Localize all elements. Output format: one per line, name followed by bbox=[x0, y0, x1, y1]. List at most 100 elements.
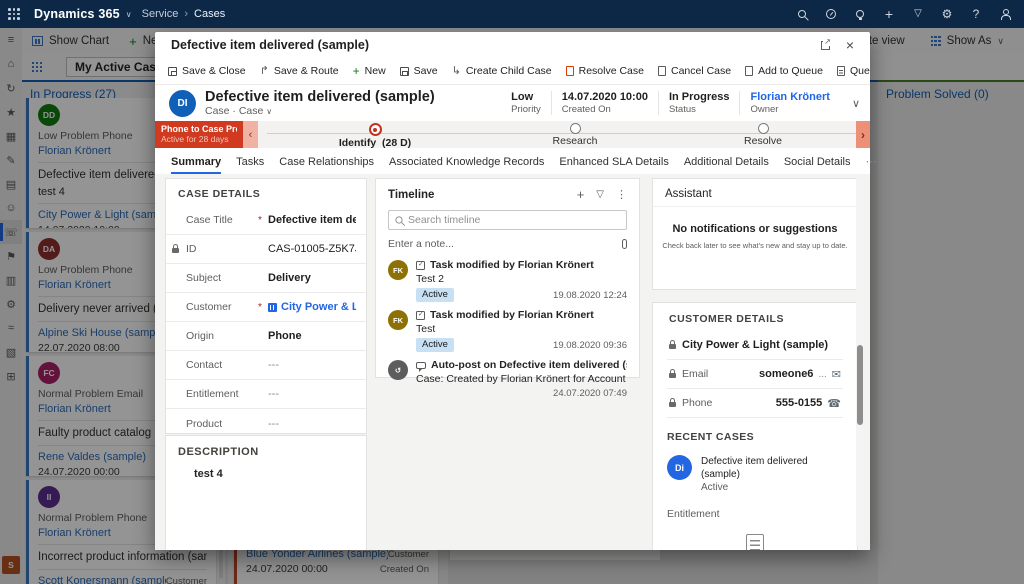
chevron-right-icon: › bbox=[184, 8, 188, 20]
tab-social-details[interactable]: Social Details bbox=[784, 156, 851, 174]
save-button[interactable]: Save bbox=[393, 58, 445, 84]
queue-item-details-button[interactable]: Queue Item Details bbox=[830, 58, 870, 84]
process-name-block[interactable]: Phone to Case Process Active for 28 days bbox=[155, 121, 243, 148]
resolve-case-icon bbox=[566, 66, 574, 76]
lock-icon bbox=[172, 248, 179, 253]
case-dialog: Defective item delivered (sample) × Save… bbox=[155, 32, 870, 550]
assistant-empty-subtitle: Check back later to see what's new and s… bbox=[653, 241, 857, 250]
tab-summary[interactable]: Summary bbox=[171, 156, 221, 174]
filter-icon[interactable]: ▽ bbox=[911, 7, 925, 21]
customer-account-row[interactable]: City Power & Light (sample) bbox=[667, 331, 843, 360]
header-expand-icon[interactable]: ∨ bbox=[848, 97, 870, 110]
chevron-down-icon: ∨ bbox=[266, 107, 272, 116]
header-field-created-on: 14.07.2020 10:00 Created On bbox=[551, 91, 658, 115]
attachment-icon[interactable] bbox=[622, 239, 627, 249]
close-icon[interactable]: × bbox=[846, 38, 854, 52]
quick-actions-icon[interactable] bbox=[824, 7, 838, 21]
add-to-queue-button[interactable]: Add to Queue bbox=[738, 58, 830, 84]
form-body: CASE DETAILS Case Title * Defective item… bbox=[155, 174, 870, 550]
tab-tasks[interactable]: Tasks bbox=[236, 156, 264, 174]
stage-marker[interactable] bbox=[758, 123, 769, 134]
tabs-overflow-icon[interactable]: ⋯ bbox=[865, 155, 876, 174]
cancel-case-button[interactable]: Cancel Case bbox=[651, 58, 738, 84]
insights-icon[interactable] bbox=[853, 7, 867, 21]
process-prev-icon[interactable]: ‹ bbox=[243, 121, 258, 148]
search-icon[interactable] bbox=[795, 7, 809, 21]
dialog-title: Defective item delivered (sample) bbox=[155, 38, 369, 52]
dialog-scrollbar[interactable] bbox=[856, 178, 864, 546]
avatar: ↺ bbox=[388, 360, 408, 380]
breadcrumb-area[interactable]: Service bbox=[142, 8, 179, 20]
popout-icon[interactable] bbox=[821, 41, 830, 50]
field-contact[interactable]: Contact --- bbox=[166, 351, 366, 380]
record-subtitle[interactable]: Case · Case ∨ bbox=[205, 105, 435, 117]
field-case-title[interactable]: Case Title * Defective item delive ... bbox=[166, 206, 366, 235]
more-commands-icon[interactable]: ⋮ bbox=[616, 188, 627, 201]
tab-additional-details[interactable]: Additional Details bbox=[684, 156, 769, 174]
avatar: FK bbox=[388, 310, 408, 330]
new-button[interactable]: +New bbox=[346, 58, 393, 84]
description-text[interactable]: test 4 bbox=[166, 458, 366, 480]
save-close-icon bbox=[168, 67, 177, 76]
email-icon[interactable]: ✉ bbox=[832, 368, 841, 381]
breadcrumb-page[interactable]: Cases bbox=[194, 8, 225, 20]
recent-case-item[interactable]: Di Defective item delivered (sample) Act… bbox=[667, 455, 843, 493]
route-icon: ↱ bbox=[260, 66, 269, 77]
timeline-entry[interactable]: FK Task modified by Florian Krönert Test… bbox=[388, 259, 627, 302]
lock-icon bbox=[669, 373, 676, 378]
cancel-case-icon bbox=[658, 66, 666, 76]
record-avatar: DI bbox=[169, 90, 196, 117]
field-customer[interactable]: Customer * City Power & Ligh... bbox=[166, 293, 366, 322]
timeline-entry[interactable]: FK Task modified by Florian Krönert Test… bbox=[388, 309, 627, 352]
stage-identify[interactable]: Identify (28 D) bbox=[305, 123, 445, 148]
task-icon bbox=[416, 261, 425, 270]
filter-icon[interactable]: ▽ bbox=[596, 189, 604, 200]
section-title: CASE DETAILS bbox=[166, 179, 366, 206]
stage-research[interactable]: Research bbox=[505, 123, 645, 147]
task-icon bbox=[416, 311, 425, 320]
create-child-case-button[interactable]: ↳Create Child Case bbox=[445, 58, 559, 84]
chevron-down-icon[interactable]: ∨ bbox=[126, 10, 132, 19]
note-composer[interactable]: Enter a note... bbox=[388, 238, 627, 250]
timeline-panel: Timeline + ▽ ⋮ Enter a note... FK bbox=[375, 178, 640, 378]
avatar: FK bbox=[388, 260, 408, 280]
quick-create-icon[interactable]: + bbox=[882, 7, 896, 21]
timeline-search[interactable] bbox=[388, 210, 627, 230]
save-and-close-button[interactable]: Save & Close bbox=[161, 58, 253, 84]
account-icon bbox=[268, 303, 277, 312]
recent-cases-title: RECENT CASES bbox=[667, 431, 843, 443]
tab-case-relationships[interactable]: Case Relationships bbox=[279, 156, 374, 174]
timeline-search-input[interactable] bbox=[408, 214, 620, 226]
field-product[interactable]: Product --- bbox=[166, 409, 366, 438]
customer-email-row[interactable]: Email someone6 ... ✉ bbox=[667, 360, 843, 389]
stage-marker-active[interactable] bbox=[369, 123, 382, 136]
stage-marker[interactable] bbox=[570, 123, 581, 134]
field-entitlement[interactable]: Entitlement --- bbox=[166, 380, 366, 409]
field-id[interactable]: ID CAS-01005-Z5K7J0 bbox=[166, 235, 366, 264]
timeline-entry[interactable]: ↺ Auto-post on Defective item delivered … bbox=[388, 359, 627, 399]
record-header: DI Defective item delivered (sample) Cas… bbox=[155, 85, 870, 121]
stage-resolve[interactable]: Resolve bbox=[693, 123, 833, 147]
header-field-priority: Low Priority bbox=[501, 91, 551, 115]
process-next-icon[interactable]: › bbox=[856, 121, 870, 148]
account-icon[interactable] bbox=[998, 7, 1012, 21]
section-title: CUSTOMER DETAILS bbox=[667, 303, 843, 331]
waffle-icon[interactable] bbox=[8, 8, 20, 20]
customer-phone-row[interactable]: Phone 555-0155 ☎ bbox=[667, 389, 843, 418]
case-details-panel: CASE DETAILS Case Title * Defective item… bbox=[165, 178, 367, 434]
tab-associated-knowledge-records[interactable]: Associated Knowledge Records bbox=[389, 156, 544, 174]
field-origin[interactable]: Origin Phone bbox=[166, 322, 366, 351]
field-subject[interactable]: Subject Delivery bbox=[166, 264, 366, 293]
resolve-case-button[interactable]: Resolve Case bbox=[559, 58, 651, 84]
save-and-route-button[interactable]: ↱Save & Route bbox=[253, 58, 346, 84]
help-icon[interactable]: ? bbox=[969, 7, 983, 21]
settings-gear-icon[interactable]: ⚙ bbox=[940, 7, 954, 21]
plus-icon: + bbox=[353, 65, 360, 77]
header-field-owner[interactable]: Florian Krönert Owner bbox=[739, 91, 839, 115]
tab-enhanced-sla-details[interactable]: Enhanced SLA Details bbox=[559, 156, 668, 174]
app-name[interactable]: Dynamics 365 bbox=[34, 7, 120, 21]
phone-icon[interactable]: ☎ bbox=[827, 397, 841, 410]
add-record-icon[interactable]: + bbox=[577, 187, 585, 202]
assistant-title: Assistant bbox=[653, 179, 857, 200]
scrollbar-thumb[interactable] bbox=[857, 345, 863, 425]
